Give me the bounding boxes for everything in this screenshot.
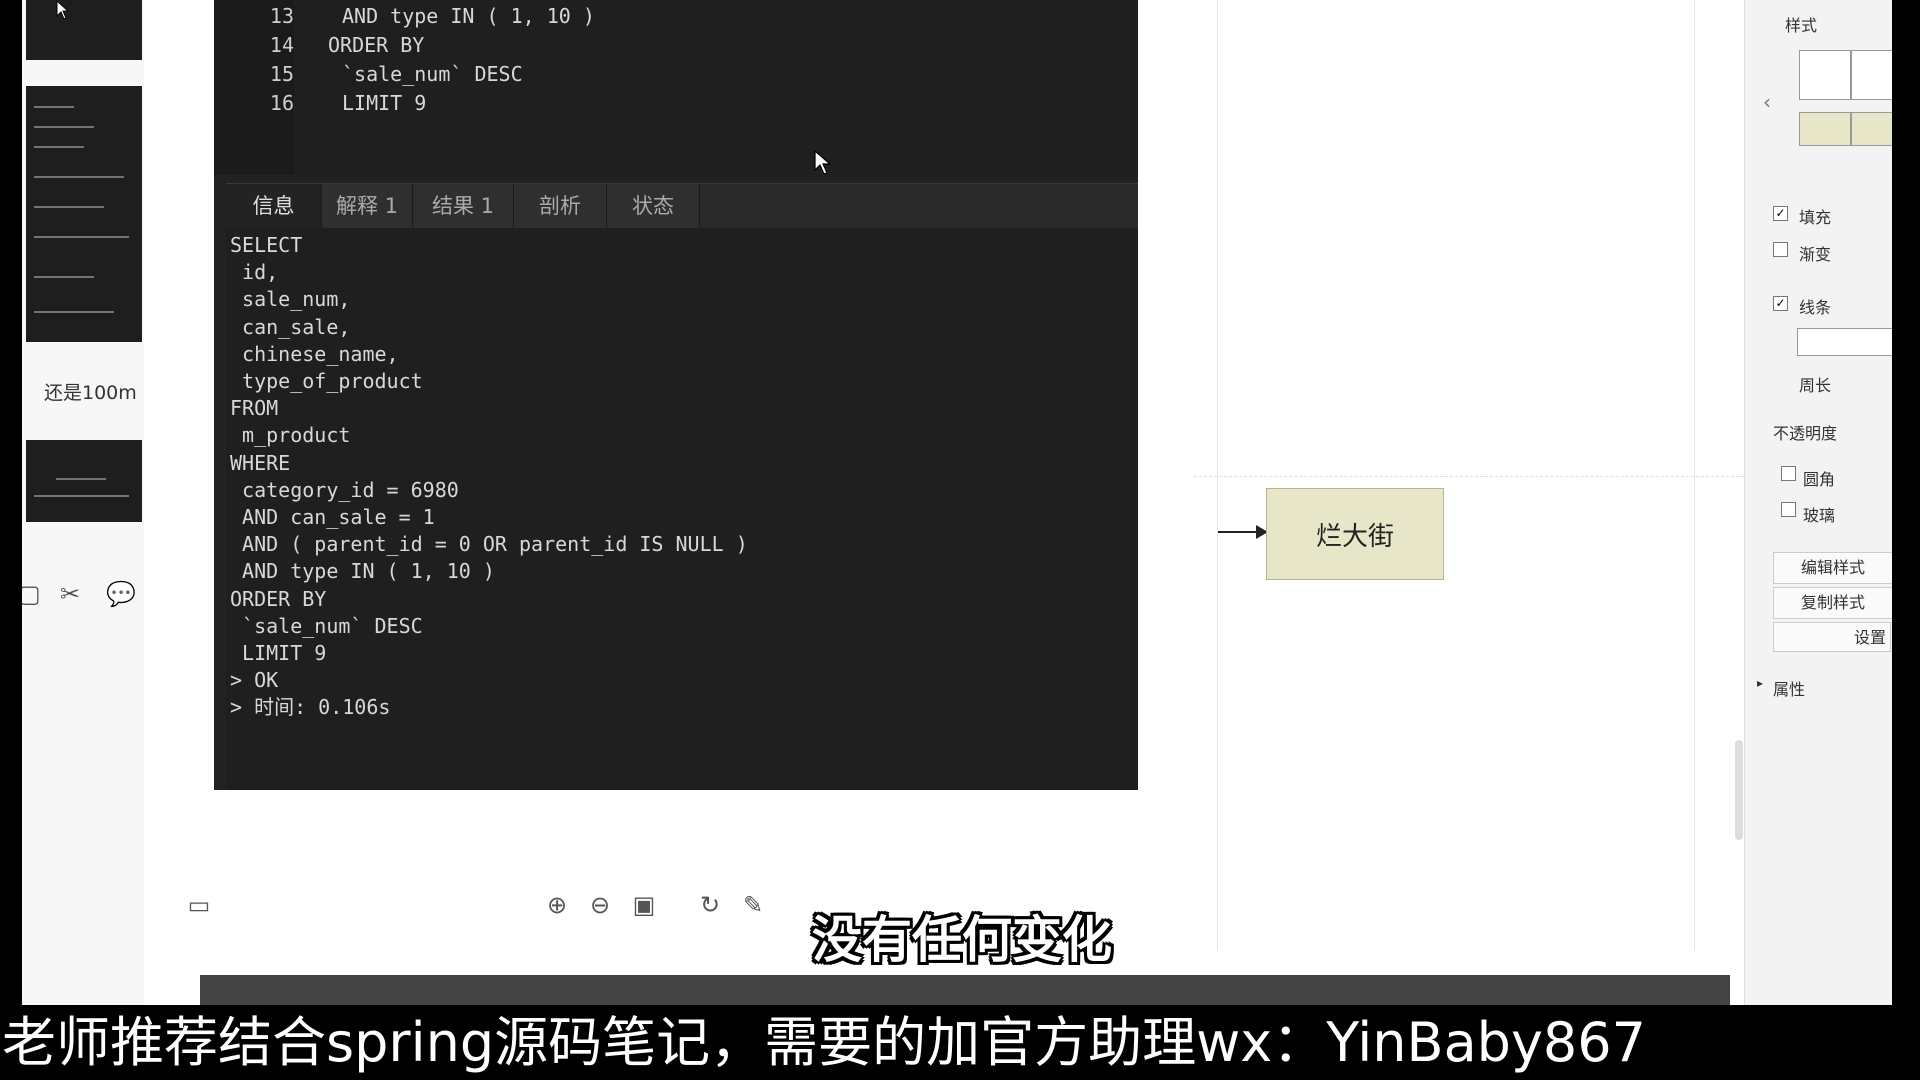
line-style-select[interactable] — [1797, 328, 1892, 356]
comment-icon[interactable]: 💬 — [106, 580, 136, 608]
sql-editor-window: 13 AND type IN ( 1, 10 ) 14 ORDER BY 15 … — [214, 0, 1138, 790]
line-number: 16 — [269, 91, 294, 115]
settings-button[interactable]: 设置 — [1773, 622, 1891, 652]
code-line: `sale_num` DESC — [342, 62, 523, 86]
diagram-canvas[interactable]: 13 AND type IN ( 1, 10 ) 14 ORDER BY 15 … — [144, 0, 1744, 1005]
fill-checkbox[interactable]: ✓ — [1773, 206, 1788, 221]
rounded-checkbox[interactable] — [1781, 466, 1796, 481]
gradient-label: 渐变 — [1799, 245, 1832, 264]
output-line: LIMIT 9 — [230, 641, 327, 665]
glass-label: 玻璃 — [1803, 506, 1836, 525]
copy-style-button[interactable]: 复制样式 — [1773, 587, 1892, 619]
edit-icon[interactable]: ✎ — [738, 890, 768, 920]
output-line: AND ( parent_id = 0 OR parent_id IS NULL… — [230, 532, 748, 556]
tab-explain[interactable]: 解释 1 — [322, 184, 413, 228]
format-panel: 样式 ‹ ✓ 填充 渐变 ✓ 线条 周长 不透明度 圆角 玻璃 编辑样式 复制样… — [1744, 0, 1892, 1005]
bottom-dark-strip — [200, 975, 1730, 1005]
output-line: can_sale, — [230, 315, 351, 339]
layout-icon[interactable]: ▭ — [184, 890, 214, 920]
line-number: 14 — [269, 33, 294, 57]
page-thumbnails-panel: 还是100m ▢ ✂ 💬 — [22, 0, 145, 1005]
glass-checkbox[interactable] — [1781, 502, 1796, 517]
output-line: FROM — [230, 396, 279, 420]
style-swatch[interactable] — [1799, 50, 1851, 100]
output-line: category_id = 6980 — [230, 478, 459, 502]
output-line: AND can_sale = 1 — [230, 505, 435, 529]
mouse-cursor-icon — [814, 150, 832, 175]
output-line: SELECT — [230, 233, 303, 257]
video-subtitle: 没有任何变化 — [812, 911, 1112, 969]
style-title: 样式 — [1785, 16, 1818, 35]
edit-style-button[interactable]: 编辑样式 — [1773, 552, 1892, 584]
chevron-left-icon[interactable]: ‹ — [1763, 90, 1771, 114]
gradient-checkbox[interactable] — [1773, 242, 1788, 257]
output-line: > 时间: 0.106s — [230, 695, 391, 719]
promo-banner: 老师推荐结合spring源码笔记，需要的加官方助理wx：YinBaby867 — [0, 1005, 1920, 1080]
output-line: WHERE — [230, 451, 291, 475]
perimeter-label: 周长 — [1799, 376, 1832, 395]
rounded-label: 圆角 — [1803, 470, 1836, 489]
info-output: SELECT id, sale_num, can_sale, chinese_n… — [226, 228, 1138, 790]
output-line: sale_num, — [230, 287, 351, 311]
output-line: ORDER BY — [230, 587, 327, 611]
style-swatch[interactable] — [1851, 112, 1892, 146]
zoom-in-icon[interactable]: ⊕ — [542, 890, 572, 920]
output-line: type_of_product — [230, 369, 423, 393]
tab-info[interactable]: 信息 — [226, 184, 322, 228]
page-border-line — [1694, 0, 1695, 950]
output-line: m_product — [230, 423, 351, 447]
connector-arrow[interactable] — [1218, 525, 1268, 539]
page-border-line — [1217, 0, 1218, 950]
tab-profile[interactable]: 剖析 — [514, 184, 607, 228]
code-line: AND type IN ( 1, 10 ) — [342, 4, 595, 28]
line-label: 线条 — [1799, 298, 1832, 317]
tab-status[interactable]: 状态 — [607, 184, 700, 228]
output-line: chinese_name, — [230, 342, 399, 366]
result-tabs: 信息 解释 1 结果 1 剖析 状态 — [226, 183, 1138, 228]
screen-frame: 还是100m ▢ ✂ 💬 13 AND type IN ( 1, 10 ) 14… — [22, 0, 1892, 1005]
code-line: ORDER BY — [328, 33, 425, 57]
output-line: id, — [230, 260, 279, 284]
thumbnail-1[interactable] — [26, 0, 142, 60]
output-line: > OK — [230, 668, 279, 692]
diagram-node[interactable]: 烂大街 — [1266, 488, 1444, 580]
guide-line — [1194, 476, 1744, 477]
tab-result[interactable]: 结果 1 — [413, 184, 514, 228]
opacity-label: 不透明度 — [1773, 424, 1838, 443]
editor-code-area: 13 AND type IN ( 1, 10 ) 14 ORDER BY 15 … — [214, 0, 1138, 175]
code-line: LIMIT 9 — [342, 91, 427, 115]
line-checkbox[interactable]: ✓ — [1773, 296, 1788, 311]
zoom-out-icon[interactable]: ⊖ — [585, 890, 615, 920]
line-number: 15 — [269, 62, 294, 86]
style-swatch[interactable] — [1799, 112, 1851, 146]
thumbnail-2[interactable] — [26, 86, 142, 342]
line-number: 13 — [269, 4, 294, 28]
scissors-icon[interactable]: ✂ — [60, 580, 80, 608]
caret-right-icon[interactable]: ▸ — [1757, 676, 1763, 690]
vertical-scrollbar[interactable] — [1735, 740, 1743, 840]
style-swatch[interactable] — [1851, 50, 1892, 100]
actual-size-icon[interactable]: ▣ — [629, 890, 659, 920]
output-line: `sale_num` DESC — [230, 614, 423, 638]
mouse-cursor-icon — [56, 0, 70, 20]
redo-icon[interactable]: ↻ — [695, 890, 725, 920]
output-line: AND type IN ( 1, 10 ) — [230, 559, 495, 583]
thumbnail-caption: 还是100m — [44, 382, 137, 404]
thumbnail-3[interactable] — [26, 440, 142, 522]
page-icon[interactable]: ▢ — [22, 580, 41, 608]
fill-label: 填充 — [1799, 208, 1832, 227]
properties-section[interactable]: 属性 — [1773, 676, 1805, 700]
